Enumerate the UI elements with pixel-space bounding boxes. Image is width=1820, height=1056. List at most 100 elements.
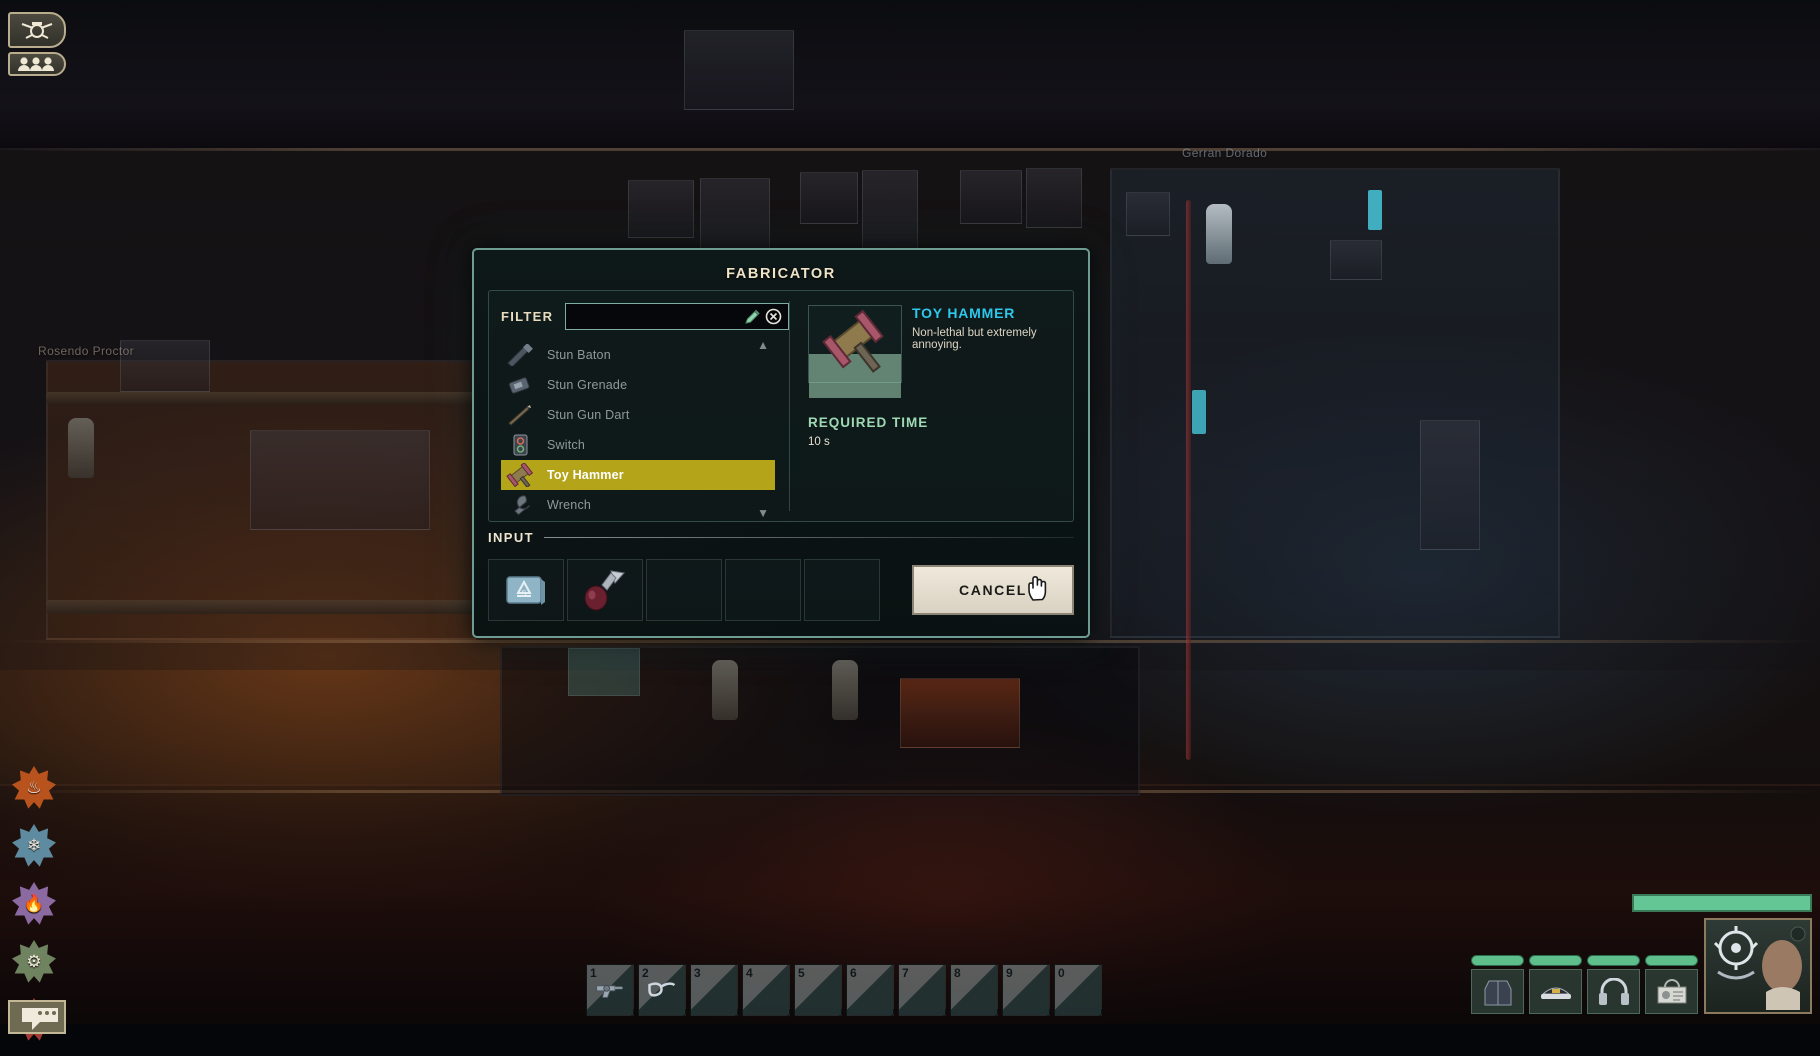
hotbar-slot[interactable]: 2 bbox=[638, 964, 686, 1016]
recipe-detail-column: TOY HAMMER Non-lethal but extremely anno… bbox=[794, 291, 1073, 521]
wall-monitor bbox=[1026, 168, 1082, 228]
hotbar-slot-key: 8 bbox=[954, 966, 961, 980]
hotbar-slot[interactable]: 3 bbox=[690, 964, 738, 1016]
input-slot-2[interactable] bbox=[567, 559, 643, 621]
hotbar-slot[interactable]: 1 bbox=[586, 964, 634, 1016]
deck-divider bbox=[0, 640, 1820, 643]
chat-button[interactable] bbox=[8, 1000, 66, 1034]
id-card-icon bbox=[1645, 969, 1698, 1014]
equip-slot-id-card[interactable] bbox=[1645, 955, 1698, 1014]
recipe-item-label: Stun Baton bbox=[547, 348, 611, 362]
input-label: INPUT bbox=[488, 530, 534, 545]
hull-upper-deck bbox=[0, 0, 1820, 150]
hotbar-slot-key: 7 bbox=[902, 966, 909, 980]
stun-gun-dart-icon bbox=[503, 402, 537, 428]
flame-icon: ♨ bbox=[12, 766, 56, 810]
mechanical-skill[interactable]: ⚙ bbox=[12, 940, 56, 984]
condition-bar bbox=[1587, 955, 1640, 966]
recipe-item-label: Stun Gun Dart bbox=[547, 408, 630, 422]
wrench-icon bbox=[503, 492, 537, 518]
computer-terminal bbox=[568, 648, 640, 696]
recipe-item-label: Wrench bbox=[547, 498, 591, 512]
vent-fan bbox=[800, 172, 858, 224]
equipment-slots bbox=[1471, 955, 1698, 1014]
crew-list-button[interactable] bbox=[8, 52, 66, 76]
equip-slot-cap[interactable] bbox=[1529, 955, 1582, 1014]
hazard-locker bbox=[900, 678, 1020, 748]
light-strip bbox=[1192, 390, 1206, 434]
cancel-button-label: CANCEL bbox=[959, 582, 1027, 598]
recipe-detail-title: TOY HAMMER bbox=[912, 305, 1015, 321]
pencil-icon[interactable] bbox=[743, 308, 761, 326]
helm-skill[interactable]: 🔥 bbox=[12, 882, 56, 926]
input-slot-4[interactable] bbox=[725, 559, 801, 621]
room-corridor bbox=[1110, 168, 1560, 638]
electrical-skill[interactable]: ❄ bbox=[12, 824, 56, 868]
machine-panel bbox=[250, 430, 430, 530]
hotbar-slot[interactable]: 6 bbox=[846, 964, 894, 1016]
equip-slot-jacket[interactable] bbox=[1471, 955, 1524, 1014]
pipe-horizontal bbox=[46, 600, 476, 614]
recipe-item-toy-hammer[interactable]: Toy Hammer bbox=[501, 460, 775, 490]
speech-bubble-icon bbox=[8, 1000, 66, 1034]
horn-icon bbox=[581, 567, 629, 613]
captain-cap-icon bbox=[1529, 969, 1582, 1014]
cancel-button[interactable]: CANCEL bbox=[912, 565, 1074, 615]
equip-slot-headset[interactable] bbox=[1587, 955, 1640, 1014]
character-nametag: Rosendo Proctor bbox=[38, 344, 134, 358]
hotbar-slot[interactable]: 0 bbox=[1054, 964, 1102, 1016]
panel-divider bbox=[789, 301, 790, 511]
wall-locker bbox=[628, 180, 694, 238]
hotbar-slot[interactable]: 7 bbox=[898, 964, 946, 1016]
hotbar-slot-key: 9 bbox=[1006, 966, 1013, 980]
storage-cabinet bbox=[1420, 420, 1480, 550]
condition-bar bbox=[1471, 955, 1524, 966]
hotbar-slot-key: 6 bbox=[850, 966, 857, 980]
gears-icon: ⚙ bbox=[12, 940, 56, 984]
hotbar-slot[interactable]: 8 bbox=[950, 964, 998, 1016]
hotbar-slot-key: 0 bbox=[1058, 966, 1065, 980]
input-slots: 5 bbox=[488, 559, 880, 621]
deck-divider bbox=[0, 148, 1820, 151]
hotbar-slot[interactable]: 9 bbox=[1002, 964, 1050, 1016]
condition-bar bbox=[1529, 955, 1582, 966]
scroll-down-chevron-icon[interactable]: ▼ bbox=[757, 506, 769, 518]
submarine-view-button[interactable] bbox=[8, 12, 66, 48]
pipe-horizontal bbox=[46, 392, 476, 404]
recipe-detail-description: Non-lethal but extremely annoying. bbox=[912, 327, 1067, 351]
crew-member bbox=[68, 418, 94, 478]
weapons-skill[interactable]: ♨ bbox=[12, 766, 56, 810]
red-pipe bbox=[1186, 200, 1191, 760]
health-bar bbox=[1632, 894, 1812, 912]
toy-hammer-icon bbox=[503, 462, 537, 488]
input-slot-5[interactable] bbox=[804, 559, 880, 621]
recipe-item-stun-baton[interactable]: Stun Baton bbox=[501, 340, 775, 370]
filter-input[interactable] bbox=[572, 310, 743, 324]
headset-icon bbox=[1587, 969, 1640, 1014]
crew-member bbox=[832, 660, 858, 720]
input-controls: 5 CANCEL bbox=[488, 559, 1074, 621]
character-portrait[interactable] bbox=[1704, 918, 1812, 1014]
fabricator-window: FABRICATOR FILTER ▲ bbox=[472, 248, 1090, 638]
svg-text:5: 5 bbox=[521, 589, 526, 599]
input-slot-3[interactable] bbox=[646, 559, 722, 621]
filter-box[interactable] bbox=[565, 303, 789, 330]
hotbar-slot[interactable]: 5 bbox=[794, 964, 842, 1016]
switch-icon bbox=[503, 432, 537, 458]
revolver-icon bbox=[595, 973, 625, 1007]
input-slot-1[interactable]: 5 bbox=[488, 559, 564, 621]
recipe-item-label: Switch bbox=[547, 438, 585, 452]
hotbar-slot[interactable]: 4 bbox=[742, 964, 790, 1016]
input-header: INPUT bbox=[488, 530, 1074, 545]
toy-hammer-icon bbox=[809, 306, 901, 382]
recipe-item-stun-grenade[interactable]: Stun Grenade bbox=[501, 370, 775, 400]
recipe-list[interactable]: ▲ Stun Baton Stun Grenade bbox=[501, 340, 775, 518]
recipe-item-wrench[interactable]: Wrench bbox=[501, 490, 775, 518]
recipe-item-stun-gun-dart[interactable]: Stun Gun Dart bbox=[501, 400, 775, 430]
character-avatar bbox=[1706, 920, 1810, 1012]
recipe-item-switch[interactable]: Switch bbox=[501, 430, 775, 460]
clear-circle-x-icon[interactable] bbox=[765, 308, 782, 325]
scroll-up-chevron-icon[interactable]: ▲ bbox=[757, 340, 769, 352]
hotbar: 1 2 3 4 5 6 7 8 9 0 bbox=[586, 964, 1102, 1016]
condition-bar bbox=[1645, 955, 1698, 966]
